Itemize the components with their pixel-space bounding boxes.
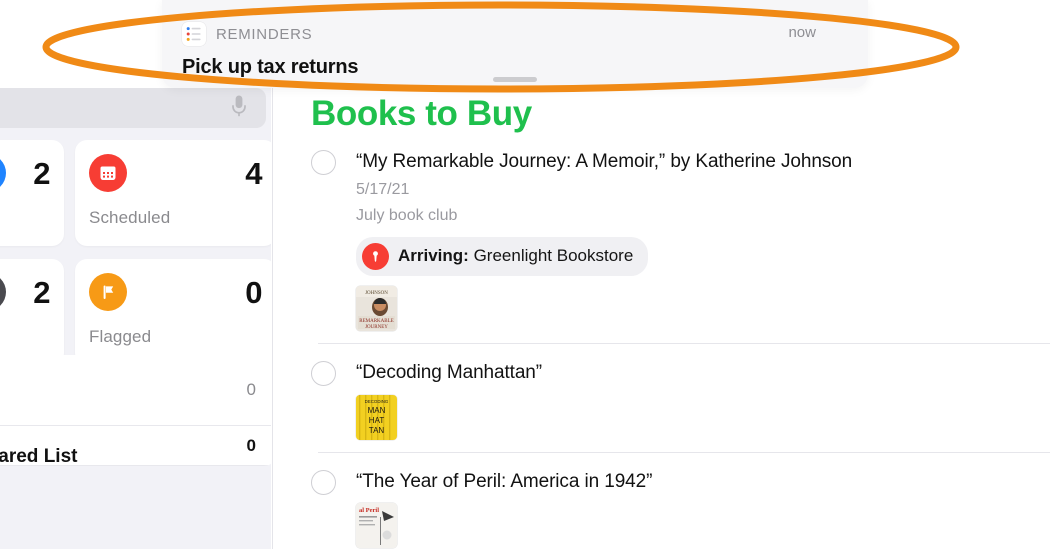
smart-lists-grid: 2 4 Scheduled 2 0 Flagged bbox=[0, 140, 271, 365]
svg-text:MAN: MAN bbox=[368, 406, 386, 415]
svg-text:al Peril: al Peril bbox=[359, 507, 379, 514]
svg-text:HAT: HAT bbox=[369, 416, 385, 425]
svg-text:TAN: TAN bbox=[369, 426, 385, 435]
book-cover-thumbnail[interactable]: al Peril bbox=[356, 503, 397, 549]
page-title: Books to Buy bbox=[311, 94, 532, 133]
location-value: Greenlight Bookstore bbox=[473, 246, 634, 266]
reminder-row[interactable]: “The Year of Peril: America in 1942” al … bbox=[273, 469, 1050, 549]
notification-title: Pick up tax returns bbox=[182, 56, 359, 78]
location-text: Arriving: Greenlight Bookstore bbox=[398, 246, 633, 266]
smart-card-scheduled[interactable]: 4 Scheduled bbox=[75, 140, 271, 246]
list-item[interactable]: Shared List 0 bbox=[0, 426, 271, 466]
list-item[interactable]: 0 bbox=[0, 355, 271, 426]
reminders-app-icon bbox=[182, 22, 206, 46]
smart-card-all[interactable]: 2 bbox=[0, 259, 64, 365]
main-content: Books to Buy “My Remarkable Journey: A M… bbox=[272, 88, 1050, 549]
reminder-row[interactable]: “Decoding Manhattan” DECODING MAN HAT TA… bbox=[273, 360, 1050, 452]
user-lists: 0 Shared List 0 bbox=[0, 355, 271, 466]
reminder-date: 5/17/21 bbox=[356, 180, 410, 198]
location-chip[interactable]: Arriving: Greenlight Bookstore bbox=[356, 236, 649, 276]
smart-card-flagged[interactable]: 0 Flagged bbox=[75, 259, 271, 365]
reminders-list: “My Remarkable Journey: A Memoir,” by Ka… bbox=[273, 150, 1050, 549]
reminder-title: “My Remarkable Journey: A Memoir,” by Ka… bbox=[356, 151, 853, 172]
notification-header: REMINDERS bbox=[182, 22, 312, 46]
row-separator bbox=[318, 342, 1050, 344]
search-input[interactable] bbox=[0, 88, 266, 128]
smart-card-today[interactable]: 2 bbox=[0, 140, 64, 246]
list-item-label: Shared List bbox=[0, 446, 78, 466]
svg-text:JOURNEY: JOURNEY bbox=[365, 325, 388, 330]
row-separator bbox=[318, 451, 1050, 453]
complete-toggle[interactable] bbox=[311, 469, 336, 495]
location-pin-icon bbox=[362, 242, 389, 270]
reminder-row[interactable]: “My Remarkable Journey: A Memoir,” by Ka… bbox=[273, 150, 1050, 343]
drag-handle[interactable] bbox=[493, 77, 537, 82]
notification-timestamp: now bbox=[788, 24, 816, 41]
location-label: Arriving: bbox=[398, 246, 469, 266]
flag-icon bbox=[89, 273, 127, 311]
list-item-count: 0 bbox=[246, 435, 256, 455]
notification-banner[interactable]: REMINDERS now Pick up tax returns bbox=[162, 0, 868, 88]
svg-text:DECODING: DECODING bbox=[365, 399, 389, 404]
book-cover-thumbnail[interactable]: DECODING MAN HAT TAN bbox=[356, 394, 397, 440]
sidebar: 2 4 Scheduled 2 0 Flagged 0 ared List 0 bbox=[0, 88, 271, 549]
reminder-title: “The Year of Peril: America in 1942” bbox=[356, 470, 653, 492]
reminder-title: “Decoding Manhattan” bbox=[356, 361, 542, 383]
smart-card-label: Scheduled bbox=[89, 208, 171, 227]
complete-toggle[interactable] bbox=[311, 360, 336, 386]
book-cover-thumbnail[interactable]: JOHNSON REMARKABLE JOURNEY bbox=[356, 285, 397, 331]
smart-card-count: 2 bbox=[33, 155, 50, 191]
tray-icon bbox=[0, 273, 6, 311]
svg-text:JOHNSON: JOHNSON bbox=[365, 291, 388, 296]
smart-card-count: 2 bbox=[33, 274, 50, 310]
microphone-icon[interactable] bbox=[230, 94, 248, 123]
svg-text:REMARKABLE: REMARKABLE bbox=[359, 319, 393, 324]
calendar-day-icon bbox=[0, 154, 6, 192]
notification-app-name: REMINDERS bbox=[216, 25, 313, 43]
list-item-count: 0 bbox=[246, 380, 256, 399]
smart-card-label: Flagged bbox=[89, 327, 152, 346]
smart-card-count: 0 bbox=[245, 274, 262, 310]
smart-card-count: 4 bbox=[245, 155, 262, 191]
calendar-icon bbox=[89, 154, 127, 192]
complete-toggle[interactable] bbox=[311, 150, 336, 175]
reminder-note: July book club bbox=[356, 207, 458, 225]
